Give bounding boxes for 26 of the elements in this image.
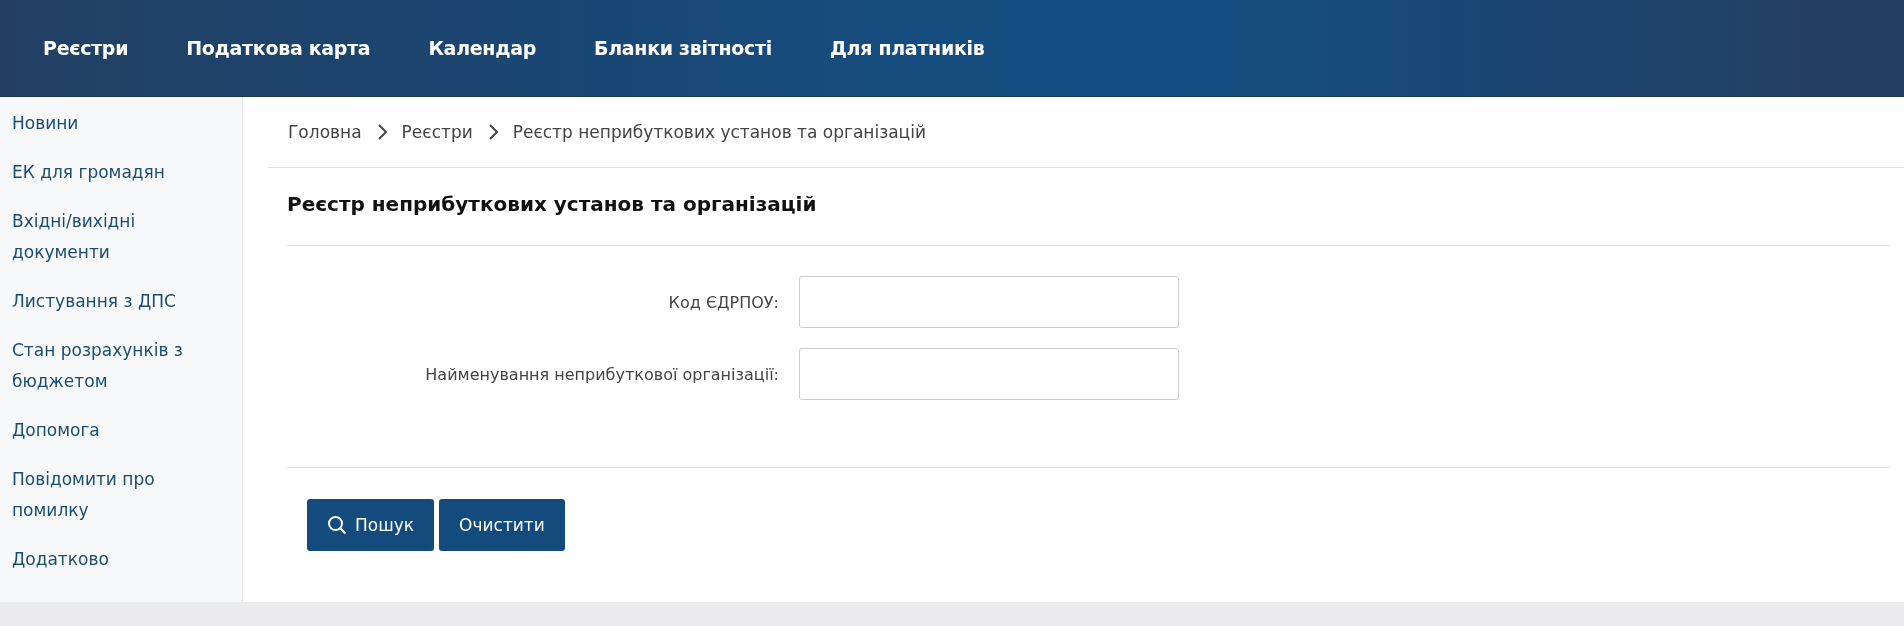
sidebar-link[interactable]: Допомога <box>12 415 212 446</box>
input-field[interactable] <box>799 348 1179 400</box>
input-field[interactable] <box>799 276 1179 328</box>
field-label: Найменування неприбуткової організації: <box>424 364 780 384</box>
sidebar-link[interactable]: Листування з ДПС <box>12 286 212 317</box>
clear-button[interactable]: Очистити <box>439 499 565 551</box>
field-label: Код ЄДРПОУ: <box>667 292 780 312</box>
sidebar-link[interactable]: Додатково <box>12 544 212 575</box>
nav-link[interactable]: Реєстри <box>43 37 129 59</box>
sidebar-link[interactable]: ЕК для громадян <box>12 157 212 188</box>
sidebar-link[interactable]: Стан розрахунків з бюджетом <box>12 335 212 397</box>
search-icon <box>327 515 347 535</box>
chevron-right-icon <box>486 123 499 141</box>
breadcrumb-link[interactable]: Реєстри <box>401 122 473 142</box>
sidebar-link[interactable]: Новини <box>12 108 212 139</box>
page-title: Реєстр неприбуткових установ та організацій <box>287 168 1890 246</box>
nav-link[interactable]: Календар <box>428 37 537 59</box>
sidebar-link[interactable]: Повідомити про помилку <box>12 464 212 526</box>
breadcrumb-link[interactable]: Реєстр неприбуткових установ та організацій <box>512 122 926 142</box>
nav-link[interactable]: Для платників <box>829 37 985 59</box>
nav-link[interactable]: Бланки звітності <box>594 37 772 59</box>
sidebar-link[interactable]: Вхідні/вихідні документи <box>12 206 212 268</box>
nav-link[interactable]: Податкова карта <box>186 37 371 59</box>
chevron-right-icon <box>375 123 388 141</box>
breadcrumb-link[interactable]: Головна <box>288 122 362 142</box>
search-button[interactable]: Пошук <box>307 499 435 551</box>
